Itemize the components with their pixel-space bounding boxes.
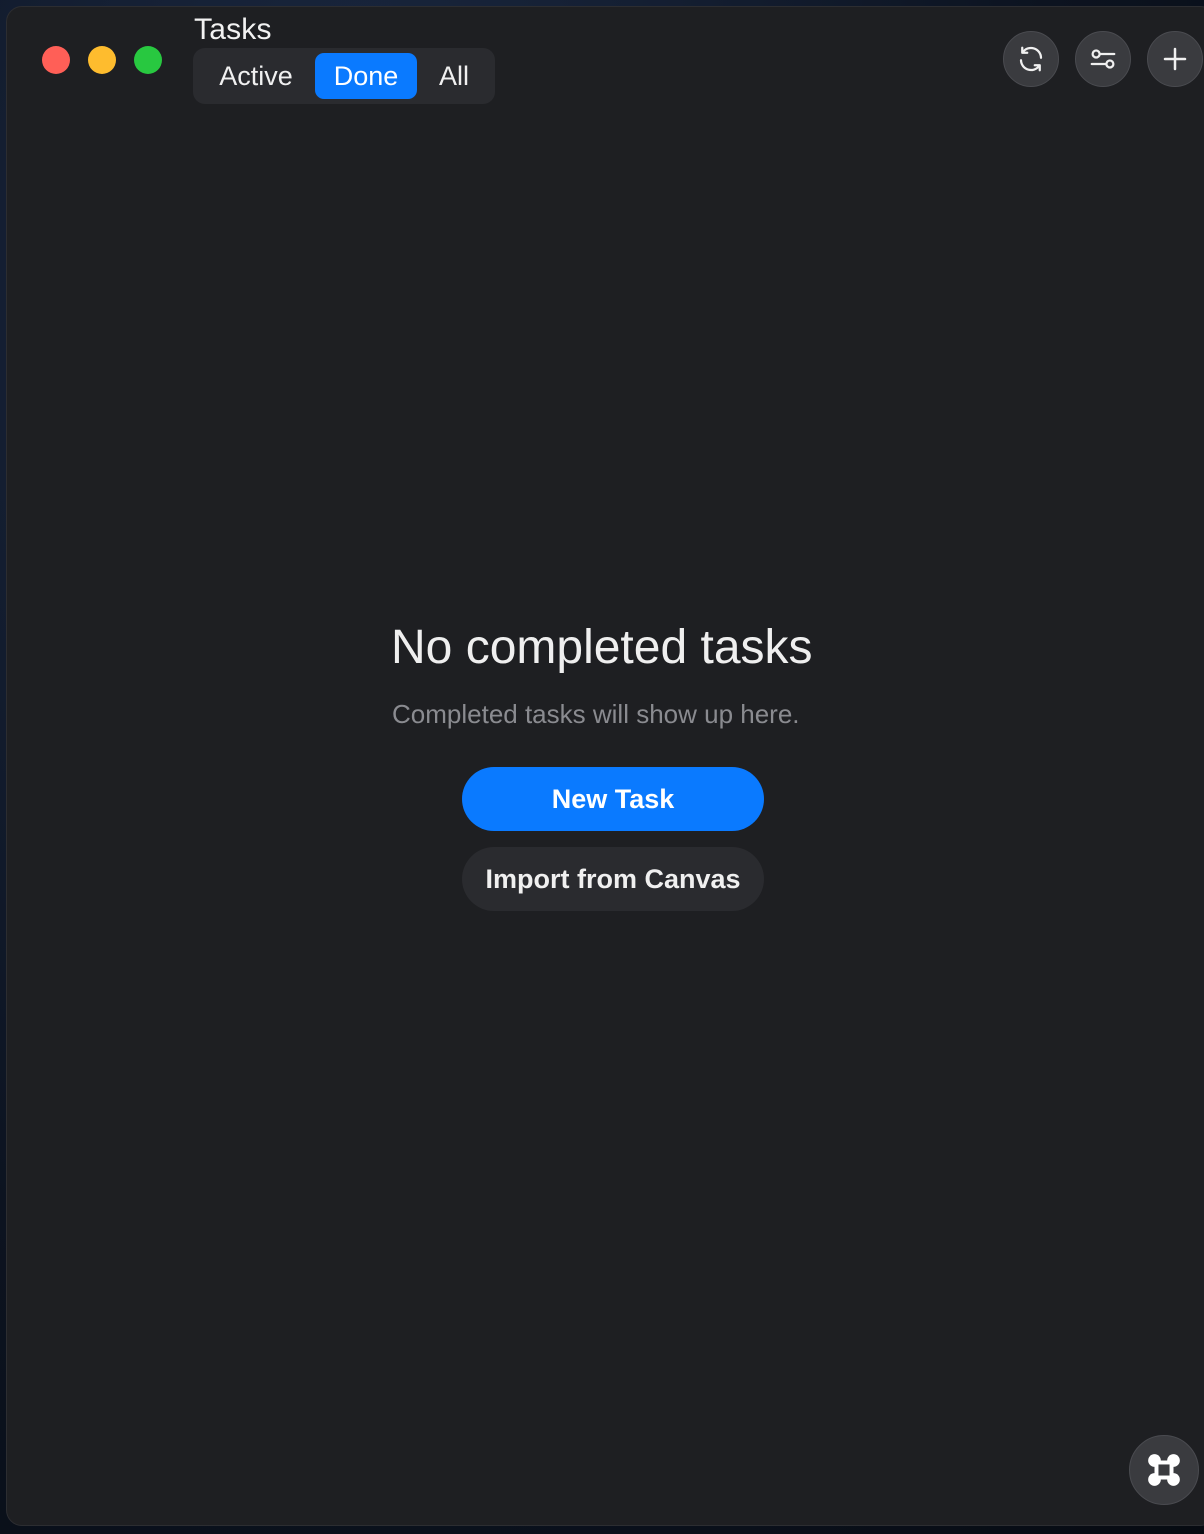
tasks-window: Tasks Active Done All No completed tasks… [6,6,1204,1526]
new-task-button[interactable]: New Task [462,767,764,831]
command-icon [1148,1454,1180,1486]
import-from-canvas-button[interactable]: Import from Canvas [462,847,764,911]
empty-state: No completed tasks Completed tasks will … [7,7,1204,1525]
command-button[interactable] [1129,1435,1199,1505]
empty-state-title: No completed tasks [391,621,813,674]
empty-state-subtitle: Completed tasks will show up here. [392,699,800,729]
